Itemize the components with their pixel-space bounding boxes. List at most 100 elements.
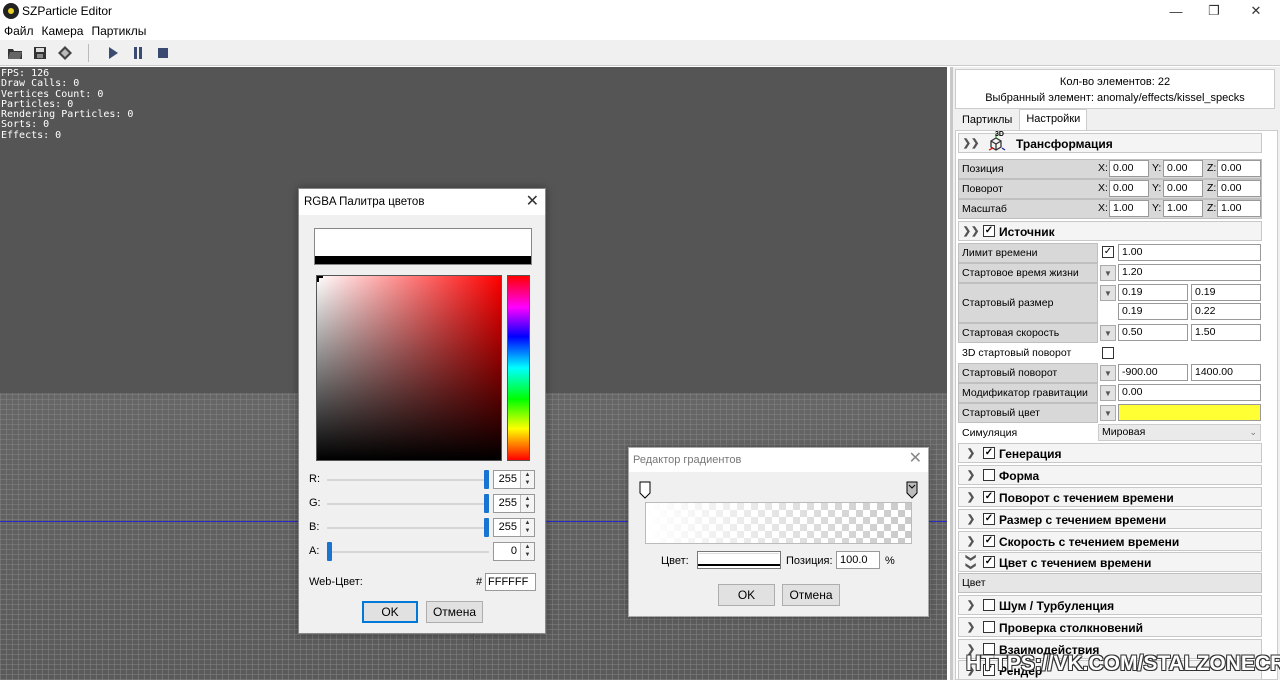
gradient-preview[interactable] bbox=[645, 502, 912, 544]
green-slider-thumb[interactable] bbox=[484, 494, 489, 513]
rotation-3d-checkbox[interactable] bbox=[1102, 347, 1114, 359]
maximize-button[interactable]: ❐ bbox=[1194, 0, 1234, 22]
gradient-stop-end[interactable] bbox=[906, 481, 918, 499]
picker-cursor[interactable] bbox=[317, 276, 323, 282]
section-3[interactable]: ❯ Поворот с течением времени bbox=[958, 487, 1262, 507]
simulation-select[interactable]: Мировая ⌄ bbox=[1098, 424, 1261, 441]
spin-arrows-icon[interactable]: ▲ ▼ bbox=[520, 543, 534, 560]
spin-arrows-icon[interactable]: ▲ ▼ bbox=[520, 519, 534, 536]
start-color-swatch[interactable] bbox=[1118, 404, 1261, 421]
gradient-stop-start[interactable] bbox=[639, 481, 651, 499]
gradient-color-swatch[interactable] bbox=[697, 551, 781, 569]
section-checkbox[interactable] bbox=[983, 469, 995, 481]
start-rotation-max[interactable]: 1400.00 bbox=[1191, 364, 1261, 381]
time-limit-input[interactable]: 1.00 bbox=[1118, 244, 1261, 261]
cancel-button[interactable]: Отмена bbox=[426, 601, 483, 623]
section-1[interactable]: ❯ Генерация bbox=[958, 443, 1262, 463]
scale-z-input[interactable]: 1.00 bbox=[1217, 200, 1261, 217]
close-icon[interactable]: ✕ bbox=[526, 194, 539, 210]
chevron-right-icon[interactable]: ❯ bbox=[965, 447, 977, 459]
spin-arrows-icon[interactable]: ▲ ▼ bbox=[520, 471, 534, 488]
red-slider-thumb[interactable] bbox=[484, 470, 489, 489]
rotation-x-input[interactable]: 0.00 bbox=[1109, 180, 1149, 197]
cancel-button[interactable]: Отмена bbox=[782, 584, 840, 606]
section-8[interactable]: ❯ Проверка столкновений bbox=[958, 617, 1262, 637]
stop-icon[interactable] bbox=[154, 44, 172, 62]
section-2[interactable]: ❯ Форма bbox=[958, 465, 1262, 485]
web-color-input[interactable]: FFFFFF bbox=[485, 573, 536, 591]
menu-camera[interactable]: Камера bbox=[42, 24, 84, 38]
section-checkbox[interactable] bbox=[983, 513, 995, 525]
chevron-down-icon[interactable]: ▼ bbox=[1100, 265, 1116, 281]
alpha-slider-thumb[interactable] bbox=[327, 542, 332, 561]
section-checkbox[interactable] bbox=[983, 621, 995, 633]
green-spinbox[interactable]: 255 ▲ ▼ bbox=[493, 494, 535, 513]
start-size-min-x[interactable]: 0.19 bbox=[1118, 284, 1188, 301]
chevron-down-icon[interactable]: ▼ bbox=[1100, 325, 1116, 341]
chevron-right-icon[interactable]: ❯ bbox=[965, 621, 977, 633]
section-checkbox[interactable] bbox=[983, 491, 995, 503]
save-all-icon[interactable] bbox=[56, 44, 74, 62]
red-slider-track[interactable] bbox=[327, 479, 489, 481]
start-speed-max[interactable]: 1.50 bbox=[1191, 324, 1261, 341]
rotation-y-input[interactable]: 0.00 bbox=[1163, 180, 1203, 197]
chevron-right-icon[interactable]: ❯ bbox=[965, 513, 977, 525]
section-transform[interactable]: ❯❯ 3D Трансформация bbox=[958, 131, 1262, 153]
chevron-down-icon[interactable]: ▼ bbox=[1100, 365, 1116, 381]
section-checkbox[interactable] bbox=[983, 556, 995, 568]
save-icon[interactable] bbox=[31, 44, 49, 62]
section-checkbox[interactable] bbox=[983, 447, 995, 459]
ok-button[interactable]: OK bbox=[362, 601, 418, 623]
chevron-down-icon[interactable]: ▼ bbox=[1100, 285, 1116, 301]
chevron-right-icon[interactable]: ❯ bbox=[965, 469, 977, 481]
scale-x-input[interactable]: 1.00 bbox=[1109, 200, 1149, 217]
blue-spinbox[interactable]: 255 ▲ ▼ bbox=[493, 518, 535, 537]
section-checkbox[interactable] bbox=[983, 535, 995, 547]
hue-slider[interactable] bbox=[507, 275, 530, 461]
green-slider-track[interactable] bbox=[327, 503, 489, 505]
start-size-min-y[interactable]: 0.19 bbox=[1118, 303, 1188, 320]
menu-particles[interactable]: Партиклы bbox=[91, 24, 146, 38]
section-6[interactable]: ❯❯ Цвет с течением времени bbox=[958, 552, 1262, 572]
alpha-slider-track[interactable] bbox=[327, 551, 489, 553]
pause-icon[interactable] bbox=[129, 44, 147, 62]
position-input[interactable]: 100.0 bbox=[836, 551, 880, 569]
blue-slider-thumb[interactable] bbox=[484, 518, 489, 537]
chevron-down-icon[interactable]: ▼ bbox=[1100, 405, 1116, 421]
chevron-right-icon[interactable]: ❯ bbox=[965, 491, 977, 503]
start-rotation-min[interactable]: -900.00 bbox=[1118, 364, 1188, 381]
spin-arrows-icon[interactable]: ▲ ▼ bbox=[520, 495, 534, 512]
section-source[interactable]: ❯❯ Источник bbox=[958, 221, 1262, 241]
close-icon[interactable]: ✕ bbox=[909, 451, 922, 467]
start-size-max-y[interactable]: 0.22 bbox=[1191, 303, 1261, 320]
scale-y-input[interactable]: 1.00 bbox=[1163, 200, 1203, 217]
tab-particles[interactable]: Партиклы bbox=[955, 110, 1019, 129]
start-lifetime-input[interactable]: 1.20 bbox=[1118, 264, 1261, 281]
rotation-z-input[interactable]: 0.00 bbox=[1217, 180, 1261, 197]
section-7[interactable]: ❯ Шум / Турбуленция bbox=[958, 595, 1262, 615]
position-y-input[interactable]: 0.00 bbox=[1163, 160, 1203, 177]
position-z-input[interactable]: 0.00 bbox=[1217, 160, 1261, 177]
ok-button[interactable]: OK bbox=[718, 584, 775, 606]
menu-file[interactable]: Файл bbox=[4, 24, 34, 38]
section-checkbox[interactable] bbox=[983, 599, 995, 611]
chevron-down-icon[interactable]: ❯❯ bbox=[965, 554, 977, 571]
minimize-button[interactable]: — bbox=[1156, 0, 1196, 22]
section-5[interactable]: ❯ Скорость с течением времени bbox=[958, 531, 1262, 551]
close-button[interactable]: ✕ bbox=[1236, 0, 1276, 22]
saturation-value-picker[interactable] bbox=[316, 275, 502, 461]
blue-slider-track[interactable] bbox=[327, 527, 489, 529]
time-limit-checkbox[interactable] bbox=[1102, 246, 1114, 258]
position-x-input[interactable]: 0.00 bbox=[1109, 160, 1149, 177]
start-speed-min[interactable]: 0.50 bbox=[1118, 324, 1188, 341]
alpha-spinbox[interactable]: 0 ▲ ▼ bbox=[493, 542, 535, 561]
open-folder-icon[interactable] bbox=[6, 44, 24, 62]
section-4[interactable]: ❯ Размер с течением времени bbox=[958, 509, 1262, 529]
play-icon[interactable] bbox=[104, 44, 122, 62]
tab-settings[interactable]: Настройки bbox=[1019, 109, 1088, 130]
chevron-right-icon[interactable]: ❯ bbox=[965, 535, 977, 547]
chevron-down-icon[interactable]: ❯❯ bbox=[963, 225, 980, 237]
start-size-max-x[interactable]: 0.19 bbox=[1191, 284, 1261, 301]
red-spinbox[interactable]: 255 ▲ ▼ bbox=[493, 470, 535, 489]
chevron-down-icon[interactable]: ❯❯ bbox=[963, 137, 980, 149]
